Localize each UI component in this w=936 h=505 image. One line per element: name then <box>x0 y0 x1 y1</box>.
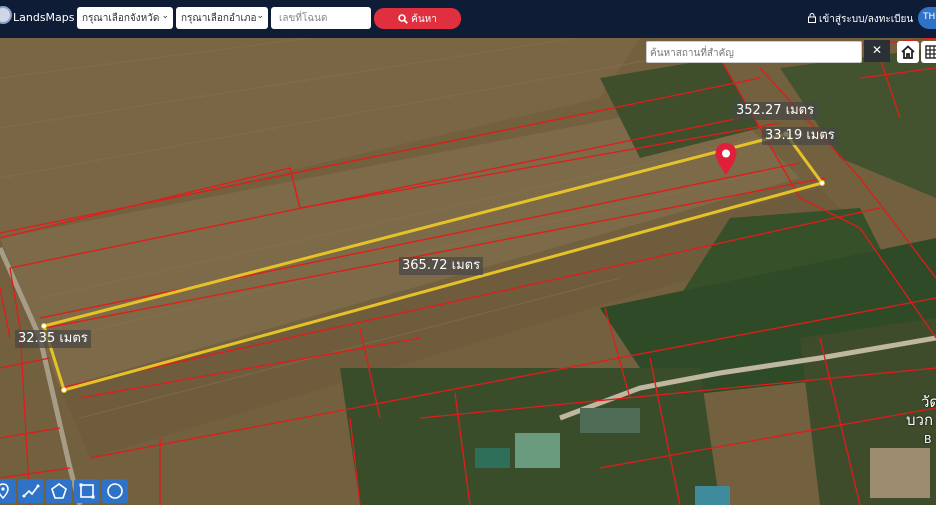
clear-search-button[interactable]: ✕ <box>864 40 890 62</box>
satellite-map[interactable]: ค้นหาสถานที่สำคัญ ✕ 352.27 เมตร 33.19 เม… <box>0 38 936 505</box>
language-toggle[interactable]: TH <box>918 7 936 29</box>
login-label: เข้าสู่ระบบ/ลงทะเบียน <box>819 14 914 25</box>
brand-name[interactable]: LandsMaps <box>13 11 75 24</box>
chevron-down-icon: ⌄ <box>161 11 169 21</box>
search-button[interactable]: ค้นหา <box>374 8 461 29</box>
chevron-down-icon: ⌄ <box>256 11 264 21</box>
line-tool-button[interactable] <box>18 479 44 503</box>
poi-label-line-3: B <box>924 433 932 446</box>
home-icon <box>901 45 915 59</box>
deed-number-input[interactable]: เลขที่โฉนด <box>271 7 371 29</box>
district-select[interactable]: กรุณาเลือกอำเภอ ⌄ <box>176 7 268 29</box>
place-search-input[interactable]: ค้นหาสถานที่สำคัญ <box>646 41 862 63</box>
lock-icon <box>808 13 816 23</box>
measure-label-long: 365.72 เมตร <box>399 257 484 275</box>
poi-label-line-1: วัด <box>921 393 936 411</box>
district-select-value: กรุณาเลือกอำเภอ <box>181 13 257 24</box>
landsmaps-logo[interactable] <box>0 6 12 24</box>
marker-tool-button[interactable] <box>0 479 16 503</box>
search-icon <box>398 14 409 24</box>
login-link[interactable]: เข้าสู่ระบบ/ลงทะเบียน <box>808 12 913 27</box>
location-pin-icon[interactable] <box>714 142 738 176</box>
top-navbar: LandsMaps กรุณาเลือกจังหวัด ⌄ กรุณาเลือก… <box>0 0 936 38</box>
home-button[interactable] <box>897 41 919 63</box>
poi-label-line-2: บวก <box>906 411 934 429</box>
province-select[interactable]: กรุณาเลือกจังหวัด ⌄ <box>77 7 173 29</box>
search-button-label: ค้นหา <box>411 14 437 25</box>
measure-label-right: 33.19 เมตร <box>762 127 838 145</box>
line-tool-icon <box>22 484 40 498</box>
circle-tool-button[interactable] <box>102 479 128 503</box>
province-select-value: กรุณาเลือกจังหวัด <box>82 13 160 24</box>
rectangle-tool-icon <box>79 483 95 499</box>
rectangle-tool-button[interactable] <box>74 479 100 503</box>
measure-label-left: 32.35 เมตร <box>15 330 91 348</box>
circle-tool-icon <box>107 483 123 499</box>
polygon-tool-icon <box>51 483 67 499</box>
marker-tool-icon <box>0 483 9 500</box>
grid-icon <box>925 45 936 59</box>
measure-label-top: 352.27 เมตร <box>733 102 818 120</box>
polygon-tool-button[interactable] <box>46 479 72 503</box>
layers-grid-button[interactable] <box>921 41 936 63</box>
